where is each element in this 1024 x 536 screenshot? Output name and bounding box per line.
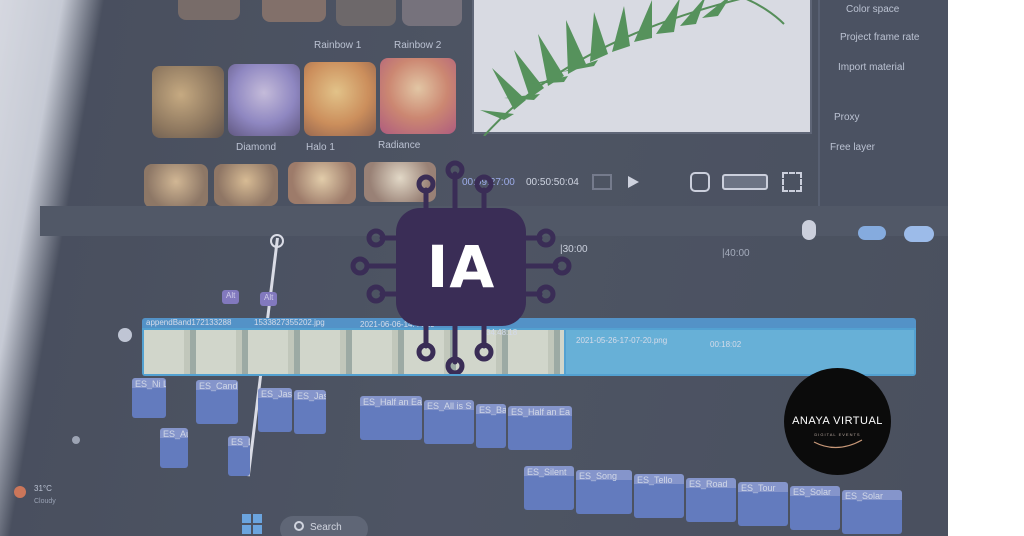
audio-clip[interactable]: ES_Half an Ea — [508, 406, 572, 450]
free-layer-label: Free layer — [830, 142, 876, 153]
grid-icon[interactable] — [592, 174, 612, 190]
audio-clip[interactable]: ES_Bac — [476, 404, 506, 448]
audio-clip[interactable]: ES_Di — [228, 436, 250, 476]
filter-thumb-2[interactable] — [228, 64, 300, 136]
ai-chip-label: IA — [426, 233, 496, 301]
audio-clip[interactable]: ES_Half an Ea — [360, 396, 422, 440]
import-material-label: Import material — [838, 62, 905, 73]
ruler-mark-40: |40:00 — [722, 248, 750, 259]
audio-clip[interactable]: ES_Solar — [790, 486, 840, 530]
anaya-virtual-logo: ANAYA VIRTUAL DIGITAL EVENTS — [784, 368, 891, 475]
filter-label-4: Halo 1 — [306, 142, 335, 153]
palm-leaf-image — [480, 0, 785, 136]
preview-window — [472, 0, 812, 136]
video-clip-name-1: appendBand172133288 — [146, 318, 232, 327]
fullscreen-icon[interactable] — [782, 172, 802, 192]
audio-clip[interactable]: ES_Road — [686, 478, 736, 522]
timeline-tag-1[interactable]: Alt — [222, 290, 240, 304]
screenshot-icon[interactable] — [690, 172, 710, 192]
thumb-top-3 — [336, 0, 396, 26]
quality-toggle[interactable] — [722, 174, 768, 190]
filter-thumb-6[interactable] — [214, 164, 278, 206]
color-space-label: Color space — [846, 4, 900, 15]
filter-label-5: Radiance — [378, 140, 421, 151]
track-mute-icon[interactable] — [72, 436, 80, 444]
thumb-top-4 — [402, 0, 462, 26]
video-clip-name-5: 2021-05-26-17-07-20.png — [576, 336, 668, 345]
taskbar-search[interactable]: Search — [280, 516, 368, 536]
audio-clip[interactable]: ES_Candi — [196, 380, 238, 424]
playhead-handle[interactable] — [270, 234, 284, 248]
track-lock-icon[interactable] — [118, 328, 132, 342]
link-toggle[interactable] — [858, 226, 886, 240]
audio-clip[interactable]: ES_Aut — [160, 428, 188, 468]
play-button[interactable] — [628, 176, 639, 188]
audio-clip[interactable]: ES_Jasn — [258, 388, 292, 432]
video-clip-name-6: 00:18:02 — [710, 340, 742, 349]
audio-clip[interactable]: ES_Song — [576, 470, 632, 514]
audio-clip[interactable]: ES_Tello — [634, 474, 684, 518]
video-clip-name-2: 1533827355202.jpg — [254, 318, 325, 327]
snap-toggle[interactable] — [904, 226, 934, 242]
timeline-tag-2[interactable]: Alt — [260, 292, 278, 306]
audio-clip[interactable]: ES_Silent — [524, 466, 574, 510]
thumb-top-1 — [178, 0, 240, 20]
filter-thumb-1[interactable] — [152, 66, 224, 138]
logo-subtitle: DIGITAL EVENTS — [814, 432, 861, 437]
weather-icon[interactable] — [14, 486, 26, 498]
ai-chip-icon: IA — [348, 160, 574, 376]
filter-label-1: Rainbow 1 — [314, 40, 362, 51]
microphone-icon[interactable] — [802, 220, 816, 240]
proxy-label: Proxy — [834, 112, 860, 123]
logo-name: ANAYA VIRTUAL — [792, 415, 883, 427]
audio-clip[interactable]: ES_Jasn — [294, 390, 326, 434]
filter-label-2: Rainbow 2 — [394, 40, 442, 51]
search-label: Search — [310, 522, 342, 533]
audio-clip[interactable]: ES_Ni Lo — [132, 378, 166, 418]
weather-condition: Cloudy — [34, 498, 56, 505]
weather-temp: 31°C — [34, 484, 52, 493]
thumb-top-2 — [262, 0, 326, 22]
audio-clip[interactable]: ES_All is S — [424, 400, 474, 444]
windows-start-icon[interactable] — [242, 514, 262, 534]
filter-label-3: Diamond — [236, 142, 277, 153]
filter-thumb-5[interactable] — [144, 164, 208, 208]
filter-thumb-4[interactable] — [380, 58, 456, 134]
filter-thumb-3[interactable] — [304, 62, 376, 136]
audio-clip[interactable]: ES_Tour — [738, 482, 788, 526]
project-frame-rate-label: Project frame rate — [840, 32, 920, 43]
filter-thumb-7[interactable] — [288, 162, 356, 204]
search-icon — [294, 521, 304, 531]
audio-clip[interactable]: ES_Solar — [842, 490, 902, 534]
